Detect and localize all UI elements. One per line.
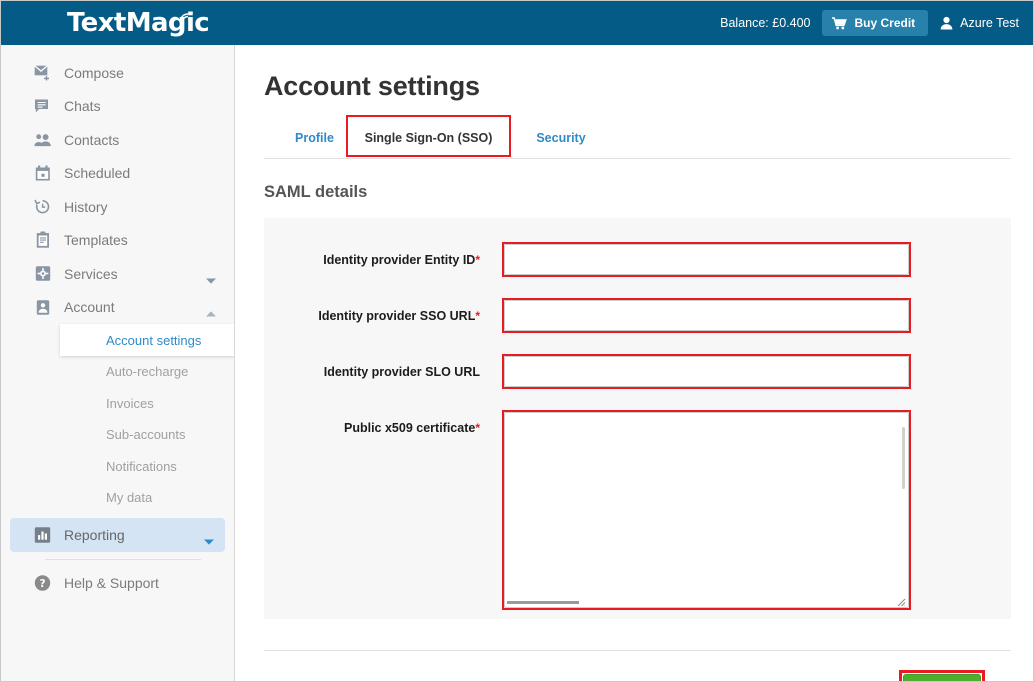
left-sidebar: Compose Chats Contacts	[1, 45, 235, 682]
sidebar-item-label: History	[64, 199, 108, 215]
field-wrap-sso-url	[504, 300, 909, 331]
sidebar-item-label: Help & Support	[64, 575, 159, 591]
x509-certificate-textarea[interactable]	[504, 412, 909, 608]
section-title-saml-details: SAML details	[264, 183, 1033, 202]
calendar-icon	[34, 165, 51, 182]
sidebar-subitem-auto-recharge[interactable]: Auto-recharge	[1, 356, 234, 388]
tab-label: Security	[536, 122, 585, 145]
slo-url-input[interactable]	[504, 356, 909, 387]
entity-id-input[interactable]	[504, 244, 909, 275]
textarea-bottom-scrollbar[interactable]	[507, 601, 579, 604]
sidebar-subitem-my-data[interactable]: My data	[1, 482, 234, 514]
bar-chart-icon	[34, 526, 51, 543]
clipboard-icon	[34, 232, 51, 249]
chevron-up-icon	[206, 304, 216, 310]
form-row-slo-url: Identity provider SLO URL	[264, 356, 1011, 387]
chevron-down-icon	[204, 532, 214, 538]
sidebar-subitem-label: Auto-recharge	[106, 364, 188, 379]
field-label-slo-url: Identity provider SLO URL	[264, 356, 480, 379]
sidebar-item-label: Compose	[64, 65, 124, 81]
field-wrap-entity-id	[504, 244, 909, 275]
sidebar-subitem-label: Invoices	[106, 396, 154, 411]
contacts-people-icon	[34, 131, 51, 148]
buy-credit-button[interactable]: Buy Credit	[822, 10, 928, 36]
sidebar-subitem-label: My data	[106, 490, 152, 505]
field-wrap-slo-url	[504, 356, 909, 387]
sidebar-item-label: Reporting	[64, 527, 125, 543]
balance-display: Balance: £0.400	[720, 16, 810, 30]
sidebar-item-services[interactable]: Services	[1, 257, 234, 291]
question-mark-icon: ?	[34, 575, 51, 592]
sidebar-subitem-notifications[interactable]: Notifications	[1, 451, 234, 483]
sidebar-subitem-sub-accounts[interactable]: Sub-accounts	[1, 419, 234, 451]
textmagic-logo[interactable]: TextMagic	[67, 8, 209, 38]
field-label-sso-url: Identity provider SSO URL*	[264, 300, 480, 323]
sidebar-item-help-support[interactable]: ? Help & Support	[1, 567, 234, 601]
required-asterisk: *	[475, 253, 480, 267]
sidebar-item-label: Scheduled	[64, 165, 130, 181]
sidebar-item-templates[interactable]: Templates	[1, 224, 234, 258]
tab-bar: Profile Single Sign-On (SSO) Security	[264, 122, 1011, 159]
sidebar-item-contacts[interactable]: Contacts	[1, 123, 234, 157]
required-asterisk: *	[475, 309, 480, 323]
svg-text:?: ?	[39, 578, 45, 590]
field-label-text: Public x509 certificate	[344, 421, 475, 435]
field-label-text: Identity provider Entity ID	[323, 253, 475, 267]
form-row-x509-certificate: Public x509 certificate*	[264, 412, 1011, 608]
field-wrap-x509-certificate	[504, 412, 909, 608]
sidebar-subitem-label: Account settings	[106, 333, 201, 348]
sidebar-divider	[45, 559, 201, 560]
sidebar-item-account[interactable]: Account	[1, 291, 234, 325]
field-label-x509-certificate: Public x509 certificate*	[264, 412, 480, 435]
sidebar-item-label: Chats	[64, 98, 101, 114]
form-row-sso-url: Identity provider SSO URL*	[264, 300, 1011, 331]
saml-form-panel: Identity provider Entity ID* Identity pr…	[264, 218, 1011, 619]
user-account-menu[interactable]: Azure Test	[940, 16, 1019, 30]
person-icon	[940, 16, 953, 30]
footer-divider	[264, 650, 1011, 651]
sidebar-item-history[interactable]: History	[1, 190, 234, 224]
account-card-icon	[34, 299, 51, 316]
tab-label: Profile	[295, 122, 334, 145]
tab-security[interactable]: Security	[511, 122, 611, 145]
application-window: TextMagic Balance: £0.400	[0, 0, 1034, 682]
required-asterisk: *	[475, 421, 480, 435]
tab-single-sign-on[interactable]: Single Sign-On (SSO)	[346, 122, 511, 145]
sidebar-subitem-label: Notifications	[106, 459, 177, 474]
sidebar-item-compose[interactable]: Compose	[1, 56, 234, 90]
signal-wave-icon	[179, 1, 191, 13]
compose-envelope-icon	[34, 64, 51, 81]
clock-history-icon	[34, 198, 51, 215]
field-label-entity-id: Identity provider Entity ID*	[264, 244, 480, 267]
field-label-text: Identity provider SLO URL	[324, 365, 480, 379]
top-header-bar: TextMagic Balance: £0.400	[1, 1, 1033, 45]
sidebar-item-label: Templates	[64, 232, 128, 248]
chat-bubble-icon	[34, 98, 51, 115]
sidebar-subitem-label: Sub-accounts	[106, 427, 186, 442]
user-name-label: Azure Test	[960, 16, 1019, 30]
buy-credit-label: Buy Credit	[854, 16, 915, 30]
services-gear-icon	[34, 265, 51, 282]
shopping-cart-icon	[832, 17, 847, 30]
sidebar-subitem-invoices[interactable]: Invoices	[1, 388, 234, 420]
sidebar-item-reporting[interactable]: Reporting	[10, 518, 225, 552]
textarea-scrollbar[interactable]	[902, 427, 905, 489]
sidebar-item-label: Contacts	[64, 132, 119, 148]
save-button[interactable]: Save	[903, 674, 981, 682]
sidebar-item-label: Account	[64, 299, 115, 315]
tab-profile[interactable]: Profile	[264, 122, 346, 145]
page-title: Account settings	[264, 71, 1033, 102]
sidebar-item-chats[interactable]: Chats	[1, 90, 234, 124]
sidebar-subitem-account-settings[interactable]: Account settings	[60, 324, 235, 356]
field-label-text: Identity provider SSO URL	[318, 309, 475, 323]
main-content-area: Account settings Profile Single Sign-On …	[235, 45, 1033, 682]
sso-url-input[interactable]	[504, 300, 909, 331]
textarea-resize-handle[interactable]	[895, 594, 906, 605]
sidebar-item-scheduled[interactable]: Scheduled	[1, 157, 234, 191]
header-right-group: Balance: £0.400 Buy Credit	[720, 10, 1019, 36]
sidebar-item-label: Services	[64, 266, 118, 282]
form-row-entity-id: Identity provider Entity ID*	[264, 244, 1011, 275]
chevron-down-icon	[206, 271, 216, 277]
tab-label: Single Sign-On (SSO)	[365, 122, 493, 145]
